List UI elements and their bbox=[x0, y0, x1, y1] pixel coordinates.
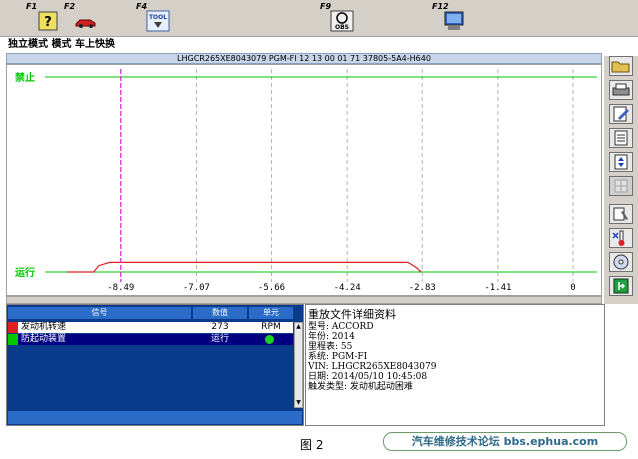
list-button[interactable] bbox=[609, 128, 633, 148]
detail-year: 年份: 2014 bbox=[308, 332, 355, 342]
graph-canvas: -8.49 -7.07 -5.66 -4.24 -2.83 -1.41 0 禁止运行 bbox=[14, 69, 597, 293]
print-button[interactable] bbox=[609, 80, 633, 100]
signal-name: 防起动装置 bbox=[21, 334, 67, 344]
svg-text:?: ? bbox=[44, 15, 52, 30]
f12-monitor-button[interactable]: F12 bbox=[432, 2, 468, 34]
mode-bar: 独立模式 模式 车上快换 bbox=[4, 38, 632, 52]
vehicle-id-strip: LHGCR265XE8043079 PGM-FI 12 13 00 01 71 … bbox=[6, 53, 602, 64]
figure-caption: 图 2 bbox=[300, 438, 324, 452]
signal-value: 273 bbox=[211, 322, 229, 332]
vehicle-icon bbox=[75, 19, 96, 28]
exit-icon bbox=[613, 278, 629, 294]
signal-graph: -8.49 -7.07 -5.66 -4.24 -2.83 -1.41 0 禁止运行 bbox=[6, 64, 602, 296]
table-row[interactable]: 发动机转速 273 RPM bbox=[8, 322, 293, 333]
replay-detail-panel: 重放文件详细资料 型号: ACCORD 年份: 2014 里程表: 55 系统:… bbox=[305, 304, 605, 426]
detail-odometer: 里程表: 55 bbox=[308, 342, 353, 352]
detail-trigger: 触发类型: 发动机起动困难 bbox=[308, 382, 413, 392]
grid-button[interactable] bbox=[609, 176, 633, 196]
temperature-button[interactable] bbox=[609, 228, 633, 248]
table-row[interactable]: 防起动装置 运行 bbox=[8, 334, 293, 345]
right-tool-column bbox=[604, 56, 638, 304]
x-tick-label: -4.24 bbox=[334, 283, 361, 293]
printer-icon bbox=[612, 83, 630, 96]
forum-watermark: 汽车维修技术论坛 bbs.ephua.com bbox=[383, 432, 627, 451]
obs-icon-text: OBS bbox=[335, 24, 349, 31]
settings-icon bbox=[613, 207, 628, 221]
f2-vehicle-button[interactable]: F2 bbox=[64, 2, 98, 34]
scroll-down-icon[interactable]: ▼ bbox=[295, 399, 302, 407]
edit-icon bbox=[613, 106, 629, 122]
lower-level-label: 运行 bbox=[15, 266, 35, 279]
signal-value: 运行 bbox=[210, 334, 229, 344]
disc-button[interactable] bbox=[609, 252, 633, 272]
disc-icon bbox=[613, 254, 629, 270]
obs-icon: OBS bbox=[330, 10, 354, 32]
graph-scrollbar[interactable] bbox=[6, 296, 602, 304]
x-tick-label: -8.49 bbox=[107, 283, 134, 293]
detail-system: 系统: PGM-FI bbox=[308, 352, 368, 362]
signal-column-header[interactable]: 信号 bbox=[8, 307, 191, 319]
f4-tool-button[interactable]: F4 TOOL bbox=[136, 2, 172, 34]
x-tick-label: -1.41 bbox=[484, 283, 511, 293]
detail-model: 型号: ACCORD bbox=[308, 322, 374, 332]
edit-button[interactable] bbox=[609, 104, 633, 124]
tool-icon-text: TOOL bbox=[149, 14, 167, 21]
open-file-button[interactable] bbox=[609, 56, 633, 76]
settings-button[interactable] bbox=[609, 204, 633, 224]
function-key-toolbar: F1 ? F2 F4 TOOL F9 OBS F12 bbox=[0, 0, 638, 37]
table-scrollbar[interactable]: ▲ ▼ bbox=[294, 322, 303, 408]
thermometer-icon bbox=[612, 230, 625, 246]
signal-table: 信号 数值 单元 发动机转速 273 RPM 防起动装置 运行 ▲ ▼ bbox=[6, 304, 304, 426]
x-tick-label: -7.07 bbox=[183, 283, 210, 293]
exit-button[interactable] bbox=[609, 276, 633, 296]
grid-icon bbox=[614, 179, 628, 193]
x-tick-label: -5.66 bbox=[258, 283, 285, 293]
signal-name: 发动机转速 bbox=[21, 322, 67, 332]
detail-date: 日期: 2014/05/10 10:45:08 bbox=[308, 372, 428, 382]
series-color-swatch bbox=[8, 334, 18, 345]
monitor-icon bbox=[444, 11, 464, 30]
upper-level-label: 禁止 bbox=[14, 71, 35, 84]
x-tick-label: 0 bbox=[570, 283, 575, 293]
series-color-swatch bbox=[8, 322, 18, 333]
table-footer-bar bbox=[8, 411, 302, 424]
status-indicator bbox=[265, 335, 274, 344]
sort-button[interactable] bbox=[609, 152, 633, 172]
help-icon: ? bbox=[38, 11, 58, 31]
detail-vin: VIN: LHGCR265XE8043079 bbox=[308, 362, 437, 372]
value-column-header[interactable]: 数值 bbox=[193, 307, 247, 319]
signal-unit: RPM bbox=[261, 322, 281, 332]
list-icon bbox=[614, 130, 628, 146]
sort-icon bbox=[614, 154, 628, 170]
series-line-engine-speed bbox=[67, 261, 422, 273]
scroll-up-icon[interactable]: ▲ bbox=[295, 323, 302, 331]
folder-icon bbox=[611, 61, 630, 73]
unit-column-header[interactable]: 单元 bbox=[249, 307, 293, 319]
f9-obs-button[interactable]: F9 OBS bbox=[320, 2, 356, 34]
tool-icon: TOOL bbox=[146, 10, 170, 32]
x-tick-label: -2.83 bbox=[409, 283, 436, 293]
detail-title: 重放文件详细资料 bbox=[308, 308, 396, 321]
f1-help-button[interactable]: F1 ? bbox=[26, 2, 60, 34]
